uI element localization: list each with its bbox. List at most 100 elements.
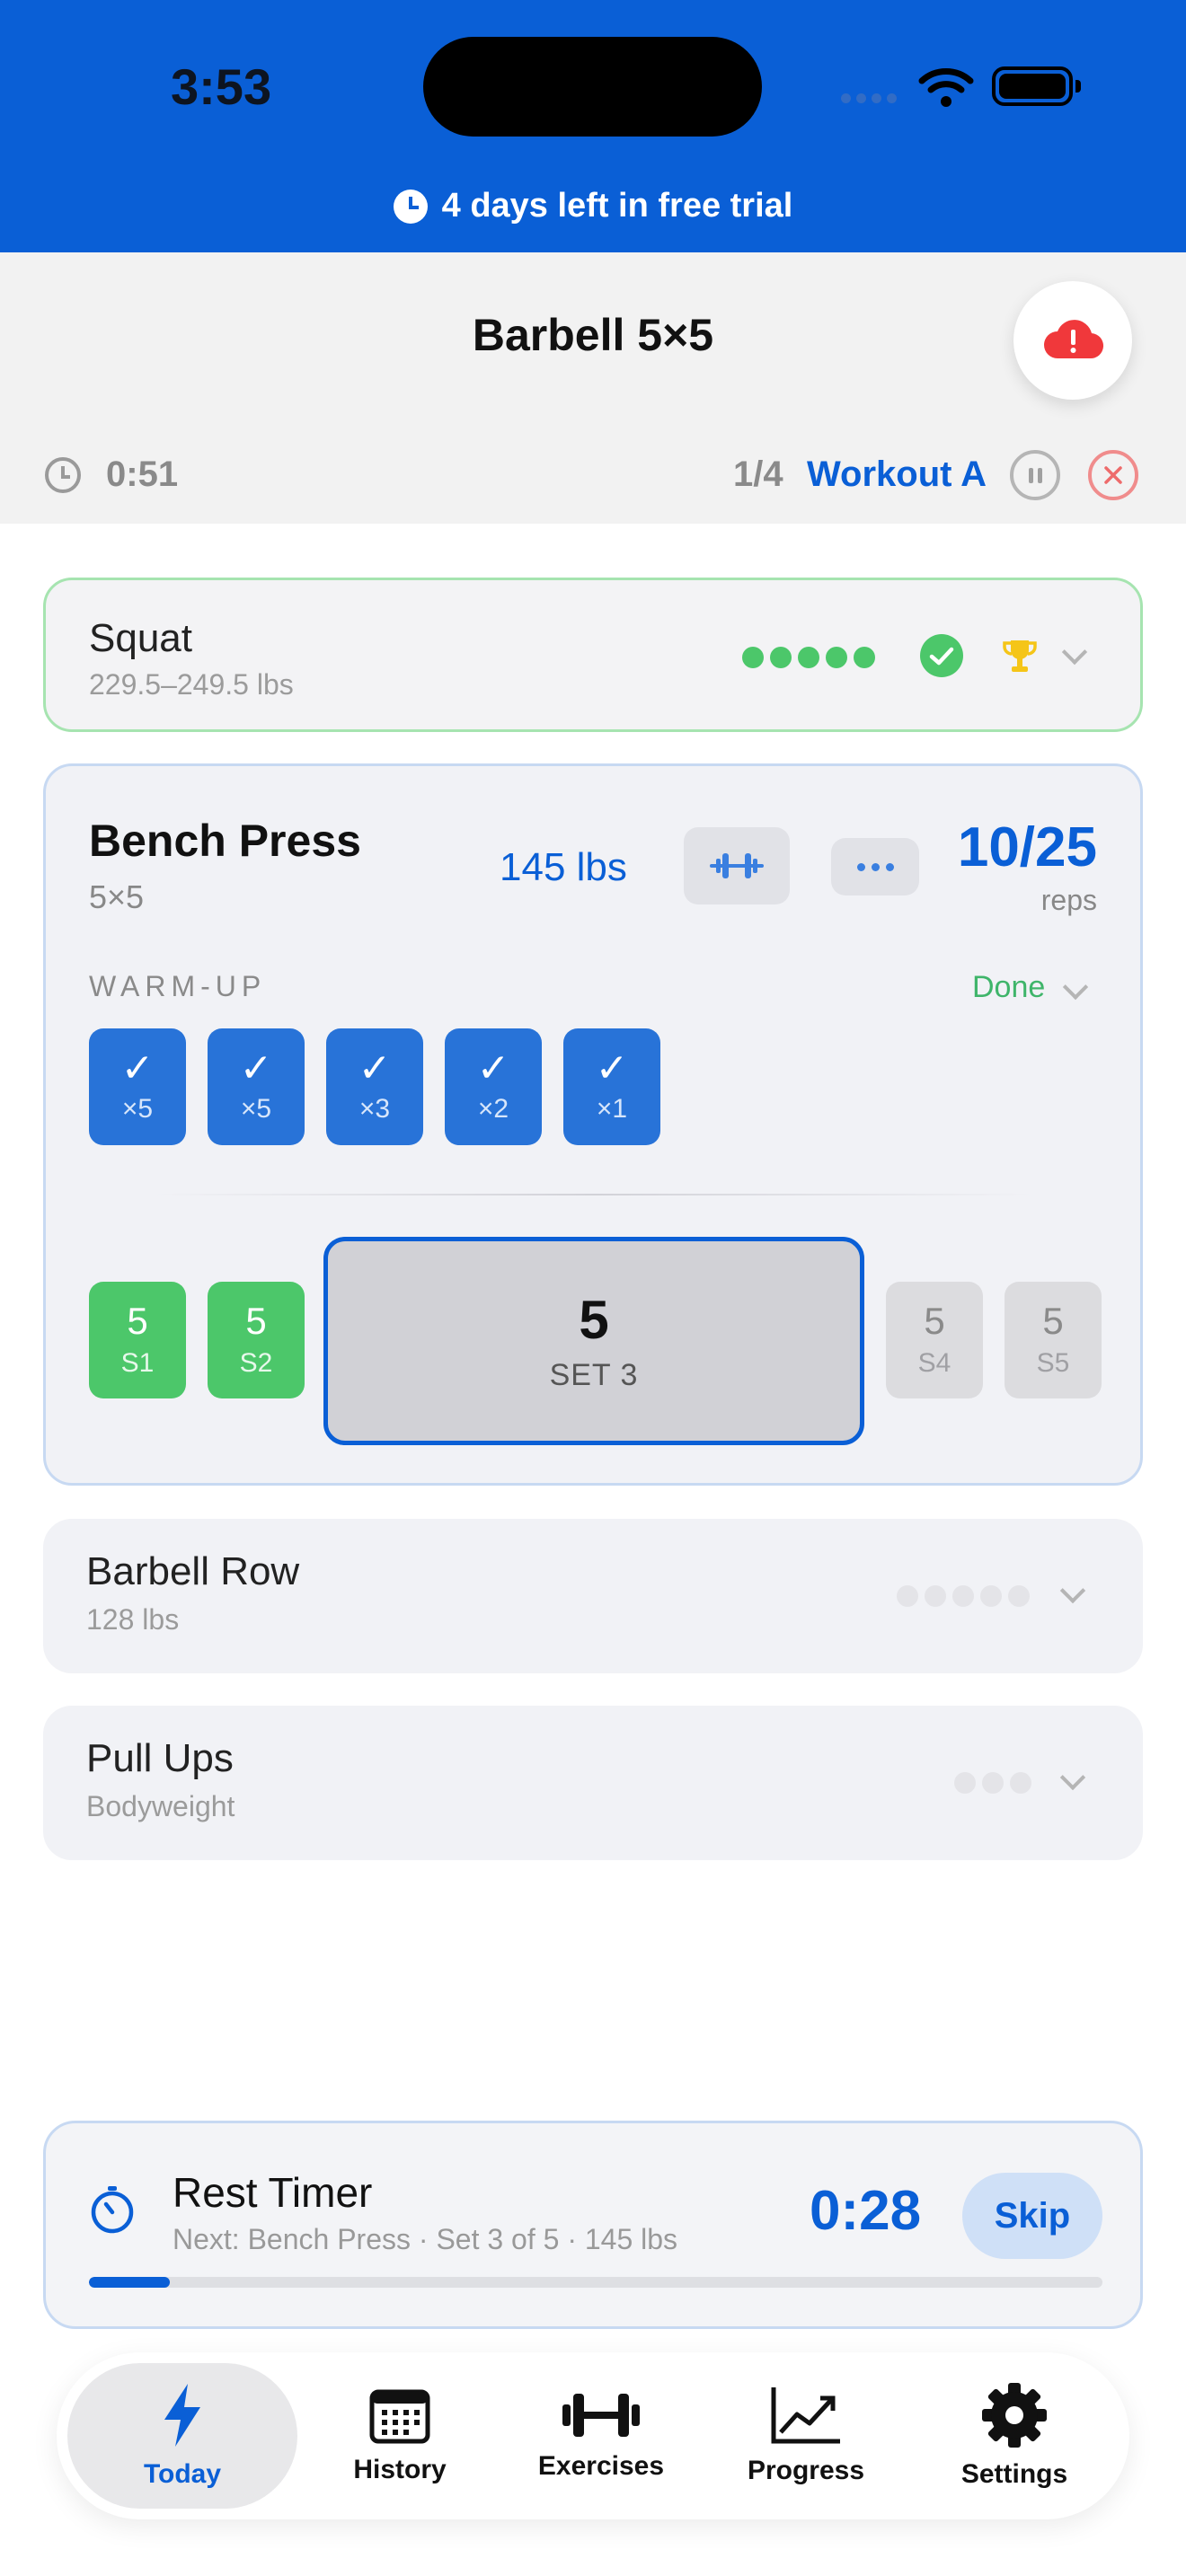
- chevron-down-icon[interactable]: [1059, 1764, 1086, 1791]
- work-set-3-current[interactable]: 5 SET 3: [323, 1237, 864, 1445]
- set-reps: 5: [1042, 1300, 1064, 1342]
- warmup-reps: ×2: [477, 1094, 509, 1124]
- set-reps: 5: [579, 1290, 609, 1350]
- elapsed-time: 0:51: [106, 454, 179, 494]
- rest-progress-fill: [89, 2277, 171, 2288]
- barbell-plates-icon: [710, 853, 764, 878]
- end-workout-button[interactable]: [1088, 450, 1138, 500]
- cellular-signal-icon: [841, 93, 897, 103]
- pause-button[interactable]: [1010, 450, 1060, 500]
- bolt-icon: [164, 2384, 200, 2447]
- exercise-name: Squat: [89, 616, 192, 660]
- exercise-progress: 1/4: [733, 454, 783, 494]
- work-set-1[interactable]: 5 S1: [89, 1282, 186, 1398]
- clock-icon: [393, 189, 428, 224]
- work-set-2[interactable]: 5 S2: [208, 1282, 305, 1398]
- set-reps: 5: [924, 1300, 945, 1342]
- divider: [154, 1194, 1034, 1195]
- tab-label: Progress: [747, 2456, 865, 2485]
- trial-text: 4 days left in free trial: [441, 187, 793, 225]
- gear-icon: [982, 2383, 1047, 2448]
- exercise-weight[interactable]: 145 lbs: [500, 845, 627, 890]
- work-set-4[interactable]: 5 S4: [886, 1282, 983, 1398]
- warmup-set[interactable]: ✓ ×1: [563, 1028, 660, 1145]
- set-progress-dots: [954, 1772, 1031, 1794]
- check-icon: ✓: [476, 1046, 510, 1090]
- exercise-name: Barbell Row: [86, 1549, 300, 1593]
- exercise-card-barbell-row[interactable]: Barbell Row 128 lbs: [43, 1519, 1143, 1673]
- warmup-set[interactable]: ✓ ×5: [89, 1028, 186, 1145]
- cloud-warning-icon: [1044, 320, 1104, 359]
- warmup-label: WARM-UP: [89, 970, 267, 1002]
- exercise-card-squat[interactable]: Squat 229.5–249.5 lbs: [43, 578, 1143, 732]
- set-label: SET 3: [549, 1358, 639, 1392]
- exercise-card-bench-press: Bench Press 5×5 145 lbs 10/25 reps WARM-…: [43, 763, 1143, 1486]
- reps-label: reps: [1040, 884, 1097, 916]
- warmup-set[interactable]: ✓ ×3: [326, 1028, 423, 1145]
- tab-label: Today: [143, 2459, 222, 2489]
- tab-today[interactable]: Today: [67, 2352, 297, 2519]
- warmup-set[interactable]: ✓ ×5: [208, 1028, 305, 1145]
- warmup-reps: ×3: [358, 1094, 391, 1124]
- workout-name[interactable]: Workout A: [807, 454, 987, 495]
- set-progress-dots: [897, 1585, 1030, 1607]
- tab-label: History: [353, 2455, 447, 2484]
- trophy-icon: [1003, 640, 1037, 672]
- exercise-weight-range: 229.5–249.5 lbs: [89, 668, 294, 701]
- check-icon: ✓: [358, 1046, 392, 1090]
- trial-message[interactable]: 4 days left in free trial: [0, 187, 1186, 225]
- exercise-weight: Bodyweight: [86, 1790, 235, 1822]
- check-circle-icon: [920, 634, 963, 677]
- warmup-reps: ×5: [121, 1094, 154, 1124]
- exercise-name: Bench Press: [89, 816, 361, 866]
- exercise-scheme: 5×5: [89, 878, 145, 915]
- skip-rest-button[interactable]: Skip: [962, 2173, 1102, 2259]
- chevron-down-icon[interactable]: [1062, 974, 1089, 1001]
- close-icon: [1104, 466, 1122, 484]
- tab-history[interactable]: History: [305, 2352, 495, 2519]
- tab-settings[interactable]: Settings: [910, 2352, 1119, 2519]
- status-time: 3:53: [171, 58, 272, 115]
- calendar-icon: [369, 2389, 430, 2444]
- exercise-name: Pull Ups: [86, 1736, 234, 1780]
- tab-progress[interactable]: Progress: [707, 2352, 905, 2519]
- work-set-5[interactable]: 5 S5: [1005, 1282, 1102, 1398]
- warmup-set[interactable]: ✓ ×2: [445, 1028, 542, 1145]
- battery-icon: [992, 66, 1081, 106]
- dynamic-island: [423, 37, 762, 137]
- page-title: Barbell 5×5: [472, 310, 714, 360]
- set-label: S1: [120, 1348, 155, 1378]
- plate-calculator-button[interactable]: [684, 827, 790, 904]
- rest-timer-title: Rest Timer: [173, 2169, 373, 2216]
- chevron-down-icon[interactable]: [1061, 639, 1088, 666]
- wifi-icon: [918, 68, 974, 107]
- check-icon: ✓: [239, 1046, 273, 1090]
- stopwatch-icon: [91, 2186, 134, 2234]
- tab-label: Exercises: [537, 2451, 665, 2481]
- rest-timer-remaining: 0:28: [810, 2180, 922, 2242]
- set-label: S5: [1036, 1348, 1070, 1378]
- warmup-reps: ×1: [596, 1094, 628, 1124]
- exercise-weight: 128 lbs: [86, 1603, 180, 1636]
- chevron-down-icon[interactable]: [1059, 1577, 1086, 1604]
- set-label: S4: [917, 1348, 951, 1378]
- check-icon: ✓: [120, 1046, 155, 1090]
- more-options-button[interactable]: [831, 838, 919, 895]
- reps-count: 10/25: [957, 816, 1097, 878]
- tab-exercises[interactable]: Exercises: [502, 2352, 700, 2519]
- timer-icon: [45, 457, 81, 493]
- set-reps: 5: [245, 1300, 267, 1342]
- warmup-reps: ×5: [240, 1094, 272, 1124]
- warmup-sets: ✓ ×5 ✓ ×5 ✓ ×3 ✓ ×2 ✓ ×1: [89, 1028, 660, 1145]
- exercise-card-pull-ups[interactable]: Pull Ups Bodyweight: [43, 1706, 1143, 1860]
- rest-progress-bar: [89, 2277, 1102, 2288]
- check-icon: ✓: [595, 1046, 629, 1090]
- rest-timer-panel: Rest Timer Next: Bench Press · Set 3 of …: [43, 2121, 1143, 2329]
- sync-status-button[interactable]: [1013, 281, 1132, 400]
- set-reps: 5: [127, 1300, 148, 1342]
- warmup-status[interactable]: Done: [972, 970, 1045, 1005]
- tab-bar: Today History Exercises Progress Setting…: [57, 2352, 1129, 2519]
- tab-label: Settings: [960, 2459, 1068, 2489]
- set-label: S2: [239, 1348, 273, 1378]
- dumbbell-icon: [562, 2394, 640, 2437]
